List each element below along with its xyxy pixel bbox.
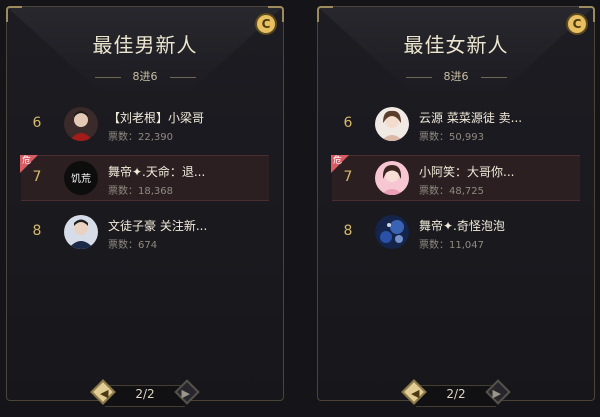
nominee-name[interactable]: 舞帝✦.奇怪泡泡 xyxy=(419,217,579,234)
ranking-list: 6 云源 菜菜源徒 卖... 票数：50,993 危 7 小阿笑：大哥你... … xyxy=(331,102,580,263)
divider xyxy=(94,76,121,78)
divider xyxy=(480,76,507,78)
vote-count: 票数：50,993 xyxy=(419,132,484,143)
page-indicator: 2/2 xyxy=(446,387,466,401)
vote-count: 票数：674 xyxy=(108,240,158,251)
avatar[interactable]: 饥荒 xyxy=(64,161,98,195)
round-label: 8进6 xyxy=(132,70,158,83)
vote-count: 票数：22,390 xyxy=(108,132,173,143)
best-female-newcomer-panel: 最佳女新人 8进6 C 6 云源 菜菜源徒 卖... 票数：50,993 危 7 xyxy=(317,6,595,407)
avatar-logo-text: 饥荒 xyxy=(71,172,91,185)
c-coin-icon[interactable]: C xyxy=(568,15,586,33)
pager: ◀ ▶ 2/2 xyxy=(7,379,283,408)
nominee-name[interactable]: 舞帝✦.天命：退... xyxy=(108,163,268,180)
vote-count: 票数：48,725 xyxy=(419,186,484,197)
best-male-newcomer-panel: 最佳男新人 8进6 C 6 【刘老根】小梁哥 票数：22,390 危 7 饥荒 … xyxy=(6,6,284,407)
rank-number: 6 xyxy=(32,115,42,131)
rank-number: 6 xyxy=(343,115,353,131)
panel-title: 最佳男新人 xyxy=(92,33,198,57)
page-indicator: 2/2 xyxy=(135,387,155,401)
nominee-name[interactable]: 文徒子豪 关注新... xyxy=(108,217,268,234)
pager: ◀ ▶ 2/2 xyxy=(318,379,594,408)
panel-subtitle: 8进6 xyxy=(318,68,594,84)
panel-subtitle: 8进6 xyxy=(7,68,283,84)
ranking-row[interactable]: 危 7 饥荒 舞帝✦.天命：退... 票数：18,368 xyxy=(20,155,269,201)
ranking-row[interactable]: 6 【刘老根】小梁哥 票数：22,390 xyxy=(21,102,269,146)
rank-number: 8 xyxy=(32,223,42,239)
rank-number: 7 xyxy=(343,169,353,185)
rank-number: 8 xyxy=(343,223,353,239)
danger-label: 危 xyxy=(333,156,343,166)
avatar[interactable] xyxy=(375,161,409,195)
nominee-name[interactable]: 【刘老根】小梁哥 xyxy=(108,109,268,126)
rank-number: 7 xyxy=(32,169,42,185)
avatar[interactable] xyxy=(64,215,98,249)
ranking-row[interactable]: 危 7 小阿笑：大哥你... 票数：48,725 xyxy=(331,155,580,201)
nominee-name[interactable]: 小阿笑：大哥你... xyxy=(419,163,579,180)
avatar[interactable] xyxy=(64,107,98,141)
ranking-row[interactable]: 8 舞帝✦.奇怪泡泡 票数：11,047 xyxy=(332,210,580,254)
avatar[interactable] xyxy=(375,107,409,141)
ranking-row[interactable]: 6 云源 菜菜源徒 卖... 票数：50,993 xyxy=(332,102,580,146)
divider xyxy=(169,76,196,78)
avatar[interactable] xyxy=(375,215,409,249)
c-coin-icon[interactable]: C xyxy=(257,15,275,33)
vote-count: 票数：18,368 xyxy=(108,186,173,197)
divider xyxy=(405,76,432,78)
vote-count: 票数：11,047 xyxy=(419,240,484,251)
danger-label: 危 xyxy=(22,156,32,166)
ranking-list: 6 【刘老根】小梁哥 票数：22,390 危 7 饥荒 舞帝✦.天命：退... … xyxy=(20,102,269,263)
corner-decoration xyxy=(6,6,22,22)
round-label: 8进6 xyxy=(443,70,469,83)
nominee-name[interactable]: 云源 菜菜源徒 卖... xyxy=(419,109,579,126)
corner-decoration xyxy=(317,6,333,22)
panel-title: 最佳女新人 xyxy=(403,33,509,57)
ranking-row[interactable]: 8 文徒子豪 关注新... 票数：674 xyxy=(21,210,269,254)
